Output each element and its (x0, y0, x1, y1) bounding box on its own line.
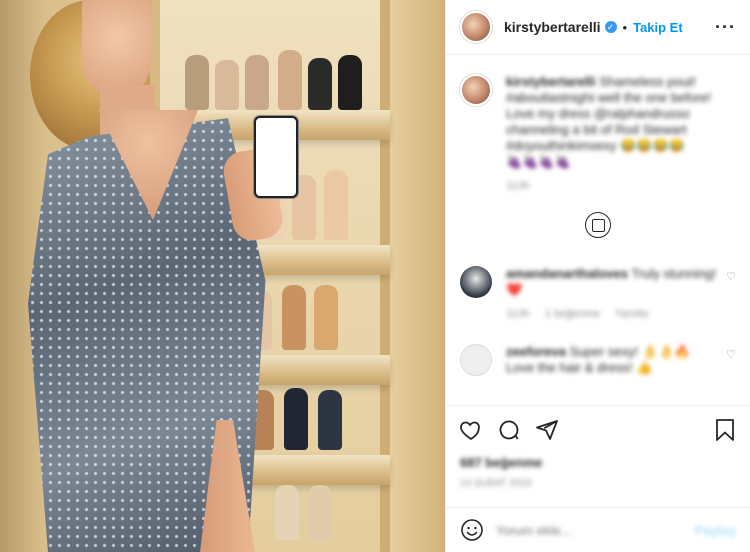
bookmark-icon[interactable] (712, 417, 738, 443)
post-sidebar: kirstybertarelli ✓ • Takip Et ··· kirsty… (445, 0, 750, 552)
username-link[interactable]: kirstybertarelli (504, 19, 601, 35)
comment: amandanarthaloves Truly stunning! ❤️ 113… (460, 266, 736, 322)
post-time: 14 şubat 2019 (460, 478, 532, 489)
send-icon[interactable] (534, 417, 560, 443)
shoe (275, 485, 299, 540)
comment-likes[interactable]: 1 beğenme (545, 308, 600, 320)
face (82, 0, 152, 95)
shoe (314, 285, 338, 350)
shoe (185, 55, 209, 110)
post-photo[interactable] (0, 0, 445, 552)
shoe (215, 60, 239, 110)
emoji-icon[interactable] (460, 518, 484, 542)
likes-count[interactable]: 687 beğenme (460, 455, 542, 470)
avatar[interactable] (460, 11, 492, 43)
comment: zeeforeva Super sexy! 👌👌🔥 Love the hair … (460, 344, 736, 376)
avatar[interactable] (460, 344, 492, 376)
comment-time: 113h (506, 180, 530, 192)
load-more-comments-icon[interactable] (585, 212, 611, 238)
separator-dot: • (622, 19, 628, 35)
heart-icon[interactable]: ♡ (726, 270, 736, 283)
shoe (245, 55, 269, 110)
shoe (338, 55, 362, 110)
closet-door (390, 0, 445, 552)
shoe (278, 50, 302, 110)
avatar[interactable] (460, 266, 492, 298)
shoe (324, 170, 348, 240)
comment-username[interactable]: kirstybertarelli (506, 74, 596, 89)
verified-badge-icon: ✓ (604, 21, 617, 33)
shoe (308, 58, 332, 110)
comment-icon[interactable] (496, 417, 522, 443)
caption: kirstybertarelli Shameless pout! #aboutl… (460, 74, 736, 194)
post-header: kirstybertarelli ✓ • Takip Et ··· (446, 0, 750, 55)
shoe (282, 285, 306, 350)
shoe (318, 390, 342, 450)
follow-button[interactable]: Takip Et (633, 20, 683, 35)
comment-username[interactable]: zeeforeva (506, 344, 566, 359)
phone (254, 116, 298, 198)
action-bar (446, 405, 750, 453)
comment-input[interactable] (496, 522, 695, 538)
comments-list: kirstybertarelli Shameless pout! #aboutl… (446, 56, 750, 404)
avatar[interactable] (460, 74, 492, 106)
post-comment-button[interactable]: Paylaş (695, 523, 736, 538)
comment-username[interactable]: amandanarthaloves (506, 266, 628, 281)
more-horizontal-icon[interactable]: ··· (715, 17, 736, 38)
shoe (308, 485, 332, 540)
comment-emoji: 🍇🍇🍇🍇 (506, 154, 571, 169)
shoe (284, 388, 308, 450)
heart-icon[interactable] (458, 417, 484, 443)
heart-icon[interactable]: ♡ (726, 348, 736, 361)
comment-composer: Paylaş (446, 507, 750, 552)
comment-time: 113h (506, 308, 530, 320)
reply-link[interactable]: Yanıtla (615, 308, 648, 320)
